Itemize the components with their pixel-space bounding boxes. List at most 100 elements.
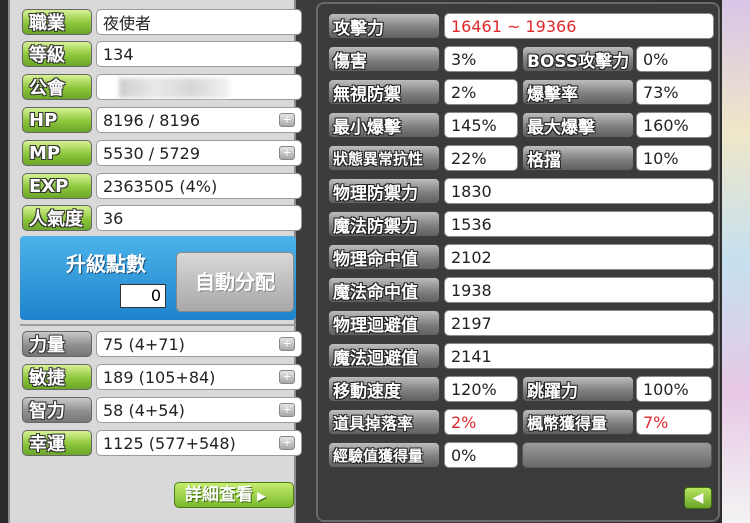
mincrit-row: 最小爆擊 145% [328,111,518,139]
str-label: 力量 [22,331,92,357]
hp-label: HP [22,107,92,133]
divider [20,324,296,326]
empty-stat-slot [522,442,712,468]
status-resist-label: 狀態異常抗性 [328,145,440,171]
pavoid-row: 物理迴避值 2197 [328,309,714,337]
crit-label: 爆擊率 [522,79,634,105]
maxcrit-row: 最大爆擊 160% [522,111,712,139]
luk-label: 幸運 [22,430,92,456]
str-plus-button[interactable]: + [279,337,295,351]
jump-value: 100% [636,376,712,402]
pavoid-value: 2197 [444,310,714,336]
drop-row: 道具掉落率 2% [328,408,518,436]
maxcrit-value: 160% [636,112,712,138]
mavoid-value: 2141 [444,343,714,369]
mdef-label: 魔法防禦力 [328,211,440,237]
pdef-value: 1830 [444,178,714,204]
pdef-row: 物理防禦力 1830 [328,177,714,205]
mdef-value: 1536 [444,211,714,237]
speed-value: 120% [444,376,518,402]
pavoid-label: 物理迴避值 [328,310,440,336]
block-value: 10% [636,145,712,171]
hp-row: HP 8196 / 8196 + [22,106,302,134]
crit-value: 73% [636,79,712,105]
blurred-guild-name [119,78,229,98]
expgain-row: 經驗值獲得量 0% [328,441,518,469]
job-value: 夜使者 [96,9,302,35]
damage-value: 3% [444,46,518,72]
luk-row: 幸運 1125 (577+548) + [22,429,302,457]
mincrit-label: 最小爆擊 [328,112,440,138]
int-row: 智力 58 (4+54) + [22,396,302,424]
mavoid-label: 魔法迴避值 [328,343,440,369]
play-arrow-icon: ▶ [257,489,267,503]
meso-row: 楓幣獲得量 7% [522,408,712,436]
macc-value: 1938 [444,277,714,303]
attack-value: 16461 ~ 19366 [444,13,714,39]
back-arrow-icon[interactable]: ◀ [684,487,712,509]
mincrit-value: 145% [444,112,518,138]
status-resist-row: 狀態異常抗性 22% [328,144,518,172]
attack-label: 攻擊力 [328,13,440,39]
hp-value: 8196 / 8196 + [96,107,302,133]
job-label: 職業 [22,9,92,35]
mavoid-row: 魔法迴避值 2141 [328,342,714,370]
mp-label: MP [22,140,92,166]
character-info-panel: 職業 夜使者 等級 134 公會 HP 8196 / 8196 + MP 553… [8,0,302,523]
auto-assign-button[interactable]: 自動分配 [176,252,294,312]
int-plus-button[interactable]: + [279,403,295,417]
pacc-row: 物理命中值 2102 [328,243,714,271]
boss-row: BOSS攻擊力 0% [522,45,712,73]
exp-label: EXP [22,173,92,199]
attack-row: 攻擊力 16461 ~ 19366 [328,12,714,40]
dex-label: 敏捷 [22,364,92,390]
jump-row: 跳躍力 100% [522,375,712,403]
hp-text: 8196 / 8196 [103,110,200,130]
guild-value [96,74,302,100]
str-value: 75 (4+71) + [96,331,302,357]
crit-row: 爆擊率 73% [522,78,712,106]
level-row: 等級 134 [22,40,302,68]
ability-points-box: 升級點數 0 自動分配 [20,236,296,320]
str-row: 力量 75 (4+71) + [22,330,302,358]
damage-label: 傷害 [328,46,440,72]
int-value: 58 (4+54) + [96,397,302,423]
meso-label: 楓幣獲得量 [522,409,634,435]
dex-plus-button[interactable]: + [279,370,295,384]
int-label: 智力 [22,397,92,423]
exp-row: EXP 2363505 (4%) [22,172,302,200]
job-row: 職業 夜使者 [22,8,302,36]
game-background-art [722,0,750,523]
maxcrit-label: 最大爆擊 [522,112,634,138]
hp-plus-button[interactable]: + [279,113,295,127]
luk-plus-button[interactable]: + [279,436,295,450]
pacc-value: 2102 [444,244,714,270]
pdef-label: 物理防禦力 [328,178,440,204]
macc-label: 魔法命中值 [328,277,440,303]
block-label: 格擋 [522,145,634,171]
ap-count: 0 [120,284,166,308]
mp-plus-button[interactable]: + [279,146,295,160]
expgain-label: 經驗值獲得量 [328,442,440,468]
str-text: 75 (4+71) [103,334,185,354]
level-label: 等級 [22,41,92,67]
status-resist-value: 22% [444,145,518,171]
boss-label: BOSS攻擊力 [522,46,634,72]
luk-text: 1125 (577+548) [103,433,236,453]
dex-value: 189 (105+84) + [96,364,302,390]
meso-value: 7% [636,409,712,435]
block-row: 格擋 10% [522,144,712,172]
damage-row: 傷害 3% [328,45,518,73]
guild-row: 公會 [22,73,302,101]
fame-label: 人氣度 [22,205,92,231]
fame-row: 人氣度 36 [22,204,302,232]
detail-view-label: 詳細查看 [185,485,253,505]
dex-text: 189 (105+84) [103,367,216,387]
detail-view-button[interactable]: 詳細查看 ▶ [174,482,294,508]
fame-value: 36 [96,205,302,231]
int-text: 58 (4+54) [103,400,185,420]
level-value: 134 [96,41,302,67]
empty-slot-row [522,441,712,469]
ignore-label: 無視防禦 [328,79,440,105]
expgain-value: 0% [444,442,518,468]
